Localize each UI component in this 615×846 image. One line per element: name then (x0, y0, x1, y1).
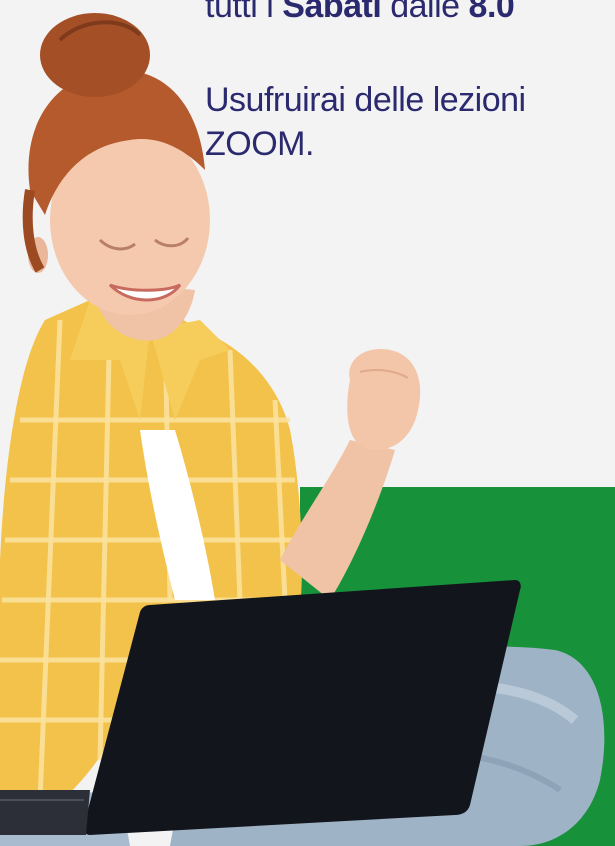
raised-arm-shape (280, 349, 421, 600)
promo-banner: tutti i Sabati dalle 8.0 Usufruirai dell… (0, 0, 615, 846)
student-photo (0, 13, 605, 846)
